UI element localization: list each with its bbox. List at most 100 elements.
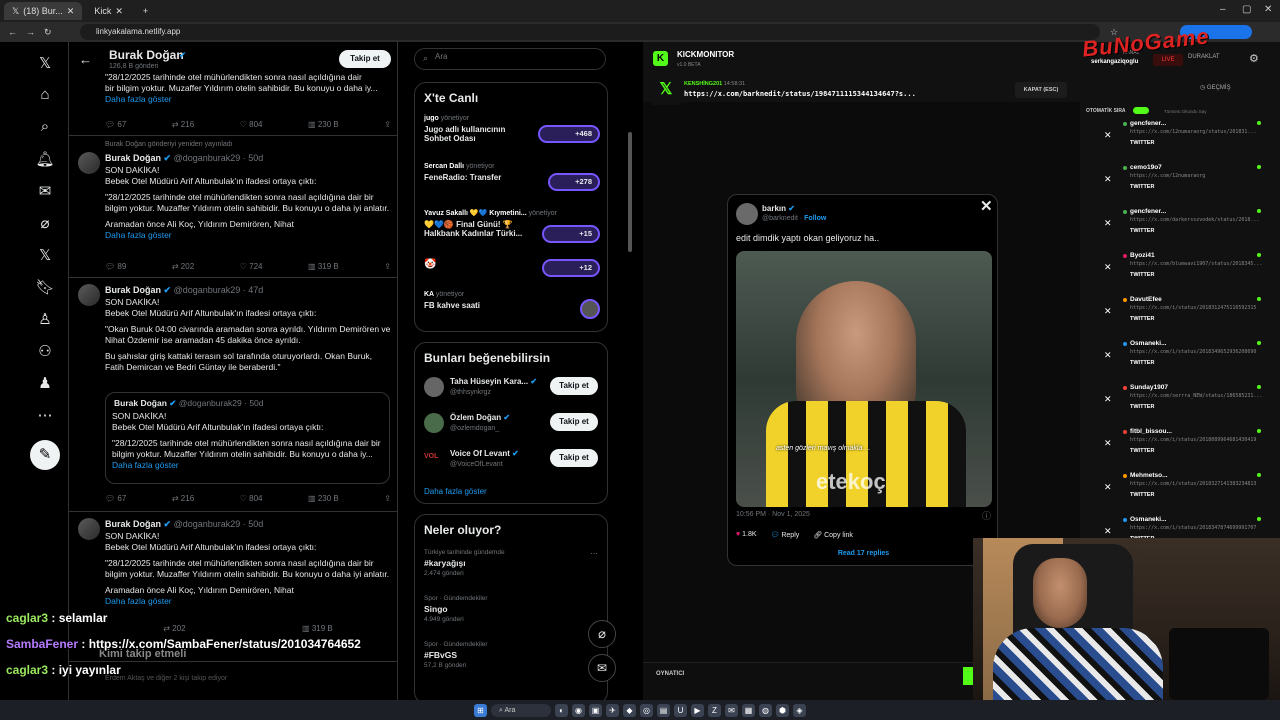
- taskbar-search[interactable]: ⌕ Ara: [491, 703, 551, 717]
- app-icon[interactable]: ◆: [623, 703, 636, 717]
- back-arrow-icon[interactable]: ←: [79, 52, 92, 67]
- copy-link-button[interactable]: 🔗︎ Copy link: [813, 531, 853, 539]
- embedded-tweet[interactable]: barkın ✔ @barknedit · Follow ✕ edit dimd…: [727, 194, 998, 566]
- like-button[interactable]: ♥ 1.8K: [736, 531, 757, 539]
- tweet-card[interactable]: "28/12/2025 tarihinde otel mühürlendikte…: [69, 72, 397, 136]
- app-icon[interactable]: ◈: [793, 703, 806, 717]
- chrome-icon[interactable]: ◎: [640, 703, 653, 717]
- share-icon[interactable]: ⇪: [384, 120, 391, 129]
- x-logo-icon[interactable]: 𝕏: [28, 54, 62, 76]
- show-more-link[interactable]: Daha fazla göster: [112, 460, 179, 470]
- window-close-icon[interactable]: ✕: [1264, 4, 1272, 15]
- search-input[interactable]: [435, 52, 595, 61]
- space-item[interactable]: jugo yönetiyor Jugo adlı kullanıcının So…: [424, 115, 600, 155]
- queue-item[interactable]: ✕ Byozi41 https://x.com/bluewavi1907/statu…: [1080, 248, 1280, 292]
- avatar[interactable]: [78, 152, 100, 174]
- app-icon[interactable]: U: [674, 703, 687, 717]
- back-icon[interactable]: ←: [8, 27, 17, 37]
- queue-item[interactable]: ✕ Mehmetso... https://x.com/i/status/20183…: [1080, 468, 1280, 512]
- info-icon[interactable]: ⓘ: [982, 509, 991, 522]
- queue-item[interactable]: ✕ fitbl_bissou... https://x.com/i/status/2…: [1080, 424, 1280, 468]
- app-icon[interactable]: ✉: [725, 703, 738, 717]
- avatar[interactable]: [78, 284, 100, 306]
- grok-float-icon[interactable]: ⌀: [588, 620, 616, 648]
- app-icon[interactable]: ⬢: [776, 703, 789, 717]
- queue-item[interactable]: ✕ Sunday1907 https://x.com/serrra_NEW/stat…: [1080, 380, 1280, 424]
- show-more-link[interactable]: Daha fazla göster: [105, 596, 172, 606]
- trend-item[interactable]: Spor · Gündemdekiler Singo 4.949 gönderi: [424, 595, 600, 629]
- like-button[interactable]: ♡ 804: [240, 494, 263, 503]
- pause-button[interactable]: DURAKLAT: [1188, 54, 1220, 60]
- reply-button[interactable]: 💬︎ 67: [105, 120, 126, 129]
- history-tab[interactable]: ◷ GEÇMİŞ: [1200, 84, 1231, 91]
- app-icon[interactable]: ✈: [606, 703, 619, 717]
- trend-item[interactable]: Spor · Gündemdekiler #FBvGS 57,2 B gönde…: [424, 641, 600, 675]
- play-indicator[interactable]: [963, 667, 973, 685]
- auto-queue-toggle[interactable]: [1133, 107, 1149, 114]
- forward-icon[interactable]: →: [26, 27, 35, 37]
- tweet-card[interactable]: Burak Doğan gönderiyi yeniden yayınladı …: [69, 136, 397, 278]
- messages-float-icon[interactable]: ✉: [588, 654, 616, 682]
- repost-button[interactable]: ⇄ 202: [163, 624, 185, 633]
- queue-item[interactable]: ✕ Osmaneki... https://x.com/i/status/20183…: [1080, 336, 1280, 380]
- space-item[interactable]: KA yönetiyor FB kahve saati: [424, 291, 600, 325]
- show-more-link[interactable]: Daha fazla göster: [105, 94, 172, 104]
- close-icon[interactable]: ✕: [980, 197, 993, 215]
- app-icon[interactable]: ▶: [691, 703, 704, 717]
- trend-item[interactable]: Türkiye tarihinde gündemde #karyağışı 2.…: [424, 549, 600, 583]
- tweet-card[interactable]: Burak Doğan ✔ @doganburak29 · 47d SON DA…: [69, 278, 397, 512]
- link-url[interactable]: https://x.com/barknedit/status/198471111…: [684, 90, 916, 98]
- reply-button[interactable]: 💬︎ Reply: [771, 531, 800, 539]
- app-icon[interactable]: ▣: [589, 703, 602, 717]
- quoted-tweet[interactable]: Burak Doğan ✔ @doganburak29 · 50d SON DA…: [105, 392, 390, 484]
- reply-button[interactable]: 💬︎ 67: [105, 494, 126, 503]
- browser-tab-kick[interactable]: Kick ✕: [86, 2, 131, 20]
- follow-button[interactable]: Takip et: [339, 50, 391, 68]
- settings-icon[interactable]: ⚙: [1249, 52, 1259, 65]
- home-icon[interactable]: ⌂: [28, 86, 62, 108]
- suggestion-item[interactable]: Özlem Doğan ✔ @ozlemdogan_ Takip et: [424, 411, 600, 439]
- app-icon[interactable]: ◍: [759, 703, 772, 717]
- minimize-icon[interactable]: –: [1220, 4, 1226, 15]
- tweet-media[interactable]: asten gözleri mavış olmakla ... etekoç: [736, 251, 992, 507]
- queue-item[interactable]: ✕ cemo19o7 https://x.com/12numaraorg TWITTE…: [1080, 160, 1280, 204]
- close-icon[interactable]: ✕: [115, 6, 123, 17]
- profile-icon[interactable]: ♟: [28, 374, 62, 396]
- space-item[interactable]: Yavuz Sakallı 💛💙 Kıymetini... yönetiyor …: [424, 209, 600, 249]
- suggestion-item[interactable]: VOL Voice Of Levant ✔ @VoiceOfLevant Tak…: [424, 447, 600, 475]
- communities-icon[interactable]: ⚇: [28, 342, 62, 364]
- scrollbar[interactable]: [628, 132, 632, 252]
- grok-icon[interactable]: ⌀: [28, 214, 62, 236]
- avatar[interactable]: [736, 203, 758, 225]
- show-more-link[interactable]: Daha fazla göster: [424, 487, 487, 496]
- maximize-icon[interactable]: ▢: [1242, 4, 1251, 15]
- space-item[interactable]: 🤡 +12: [424, 259, 600, 283]
- app-icon[interactable]: ▦: [742, 703, 755, 717]
- read-replies-button[interactable]: Read 17 replies: [736, 547, 991, 561]
- follow-link[interactable]: Follow: [804, 215, 826, 222]
- app-icon[interactable]: ◉: [572, 703, 585, 717]
- x-premium-icon[interactable]: 𝕏: [28, 246, 62, 268]
- close-icon[interactable]: ✕: [67, 6, 75, 17]
- follow-button[interactable]: Takip et: [550, 377, 598, 395]
- post-button[interactable]: ✎: [30, 440, 60, 470]
- jobs-icon[interactable]: ♙: [28, 310, 62, 332]
- address-bar[interactable]: linkyakalama.netlify.app: [80, 24, 1100, 40]
- like-button[interactable]: ♡ 804: [240, 120, 263, 129]
- show-more-link[interactable]: Daha fazla göster: [105, 230, 172, 240]
- app-icon[interactable]: ◐: [555, 703, 568, 717]
- app-icon[interactable]: ▤: [657, 703, 670, 717]
- views-button[interactable]: ▥ 319 B: [302, 624, 333, 633]
- reply-button[interactable]: 💬︎ 89: [105, 262, 126, 271]
- start-icon[interactable]: ⊞: [474, 703, 487, 717]
- queue-item[interactable]: ✕ DavutEfee https://x.com/i/status/2018312…: [1080, 292, 1280, 336]
- views-button[interactable]: ▥ 230 B: [308, 120, 339, 129]
- avatar[interactable]: [78, 518, 100, 540]
- follow-button[interactable]: Takip et: [550, 413, 598, 431]
- like-button[interactable]: ♡ 724: [240, 262, 263, 271]
- space-item[interactable]: Sercan Dallı yönetiyor FeneRadio: Transf…: [424, 163, 600, 199]
- app-icon[interactable]: Z: [708, 703, 721, 717]
- share-icon[interactable]: ⇪: [384, 262, 391, 271]
- explore-icon[interactable]: ⌕: [28, 118, 62, 140]
- search-box[interactable]: ⌕: [414, 48, 606, 70]
